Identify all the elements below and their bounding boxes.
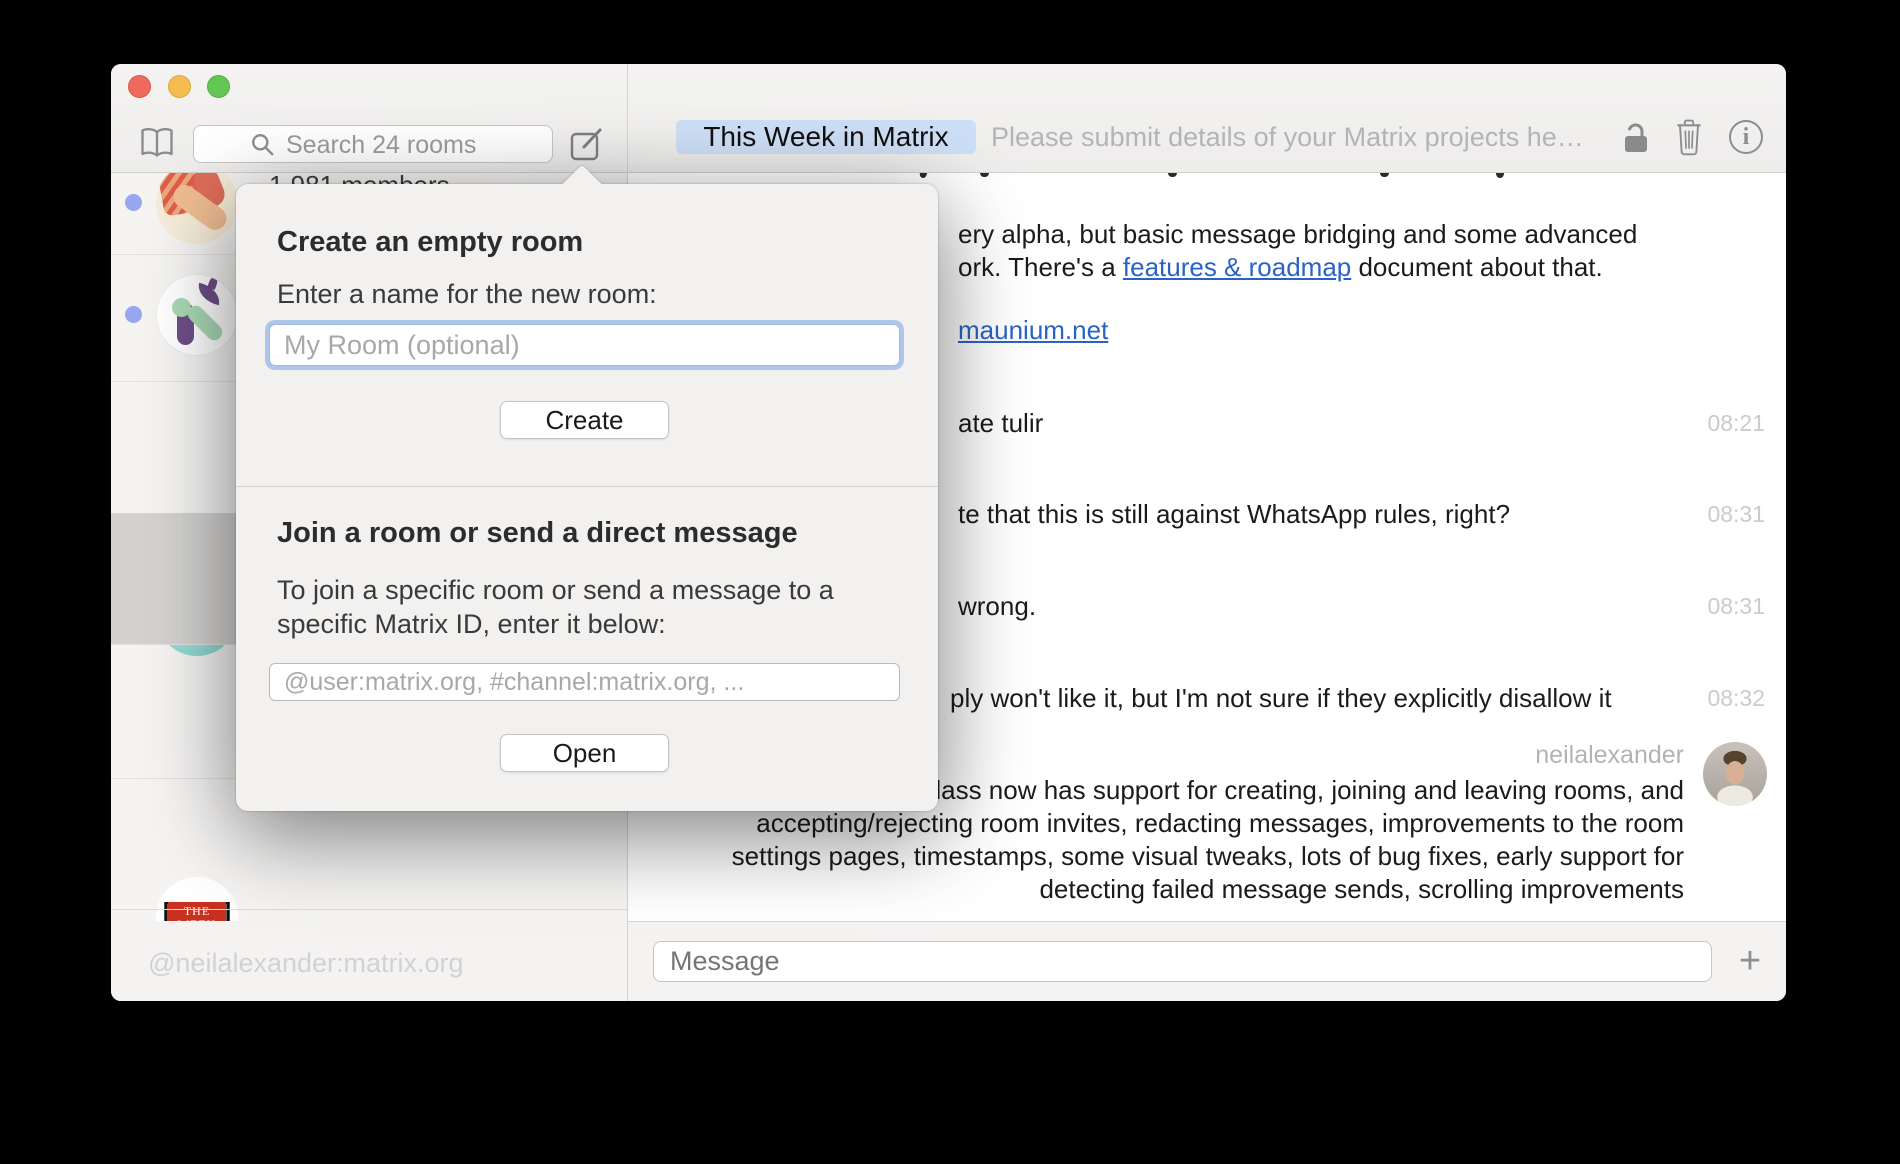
message-fragment: ery alpha, but basic message bridging an…	[958, 218, 1637, 250]
composer-bar: +	[628, 921, 1786, 1001]
search-icon	[250, 132, 276, 158]
timestamp: 08:21	[1707, 407, 1765, 439]
create-room-label: Enter a name for the new room:	[277, 277, 657, 311]
create-room-title: Create an empty room	[277, 226, 583, 259]
unlock-icon	[1617, 120, 1651, 156]
join-room-title: Join a room or send a direct message	[277, 517, 798, 550]
info-icon: i	[1743, 124, 1750, 150]
compose-icon	[568, 125, 606, 163]
sidebar-footer: @neilalexander:matrix.org	[111, 921, 627, 1001]
close-window-button[interactable]	[128, 75, 151, 98]
search-placeholder: Search 24 rooms	[286, 130, 476, 160]
toolbar: Search 24 rooms This Week in Matrix Plea…	[111, 64, 1786, 173]
avatar	[1703, 742, 1767, 806]
own-message-line: settings pages, timestamps, some visual …	[732, 840, 1684, 872]
open-button[interactable]: Open	[500, 734, 669, 772]
join-room-description-line2: specific Matrix ID, enter it below:	[277, 607, 666, 641]
popover-divider	[236, 486, 938, 487]
join-room-description-line1: To join a specific room or send a messag…	[277, 573, 834, 607]
own-message-line: accepting/rejecting room invites, redact…	[756, 807, 1684, 839]
bookmarks-button[interactable]	[139, 126, 175, 160]
attach-button[interactable]: +	[1730, 942, 1770, 982]
message-input[interactable]	[653, 941, 1712, 982]
message-fragment: te that this is still against WhatsApp r…	[958, 498, 1510, 530]
room-topic[interactable]: Please submit details of your Matrix pro…	[991, 122, 1613, 153]
delete-room-button[interactable]	[1673, 119, 1705, 157]
sender-name: neilalexander	[1535, 740, 1684, 770]
trash-icon	[1673, 119, 1705, 157]
message-fragment: ork. There's a features & roadmap docume…	[958, 251, 1603, 283]
room-avatar-k-apple-icon	[156, 274, 238, 356]
logged-in-user-id: @neilalexander:matrix.org	[148, 948, 464, 979]
timestamp: 08:31	[1707, 498, 1765, 530]
room-name-input[interactable]	[269, 324, 900, 366]
message-fragment: wrong.	[958, 590, 1036, 622]
compose-button[interactable]	[568, 125, 606, 163]
matrix-id-input[interactable]	[269, 663, 900, 701]
unread-dot	[125, 306, 142, 323]
encryption-button[interactable]	[1617, 120, 1651, 156]
features-roadmap-link[interactable]: features & roadmap	[1123, 252, 1351, 282]
timestamp: 08:31	[1707, 590, 1765, 622]
timestamp: 08:32	[1707, 682, 1765, 714]
create-button[interactable]: Create	[500, 401, 669, 439]
create-room-popover: Create an empty room Enter a name for th…	[236, 184, 938, 811]
own-message-line: detecting failed message sends, scrollin…	[1039, 873, 1684, 905]
room-avatar-k-stripes-icon	[156, 162, 238, 244]
app-window: 1,981 members S [ ]	[111, 64, 1786, 1001]
minimize-window-button[interactable]	[168, 75, 191, 98]
search-field[interactable]: Search 24 rooms	[193, 125, 553, 163]
own-message-line: glass now has support for creating, join…	[921, 774, 1684, 806]
message-fragment: ply won't like it, but I'm not sure if t…	[950, 682, 1612, 714]
room-title-chip[interactable]: This Week in Matrix	[676, 120, 976, 154]
unread-dot	[125, 194, 142, 211]
message-fragment: ate tulir	[958, 407, 1043, 439]
maunium-link[interactable]: maunium.net	[958, 315, 1108, 345]
message-fragment: maunium.net	[958, 314, 1108, 346]
book-icon	[139, 126, 175, 160]
zoom-window-button[interactable]	[207, 75, 230, 98]
room-info-button[interactable]: i	[1729, 120, 1763, 154]
room-title: This Week in Matrix	[703, 121, 948, 152]
